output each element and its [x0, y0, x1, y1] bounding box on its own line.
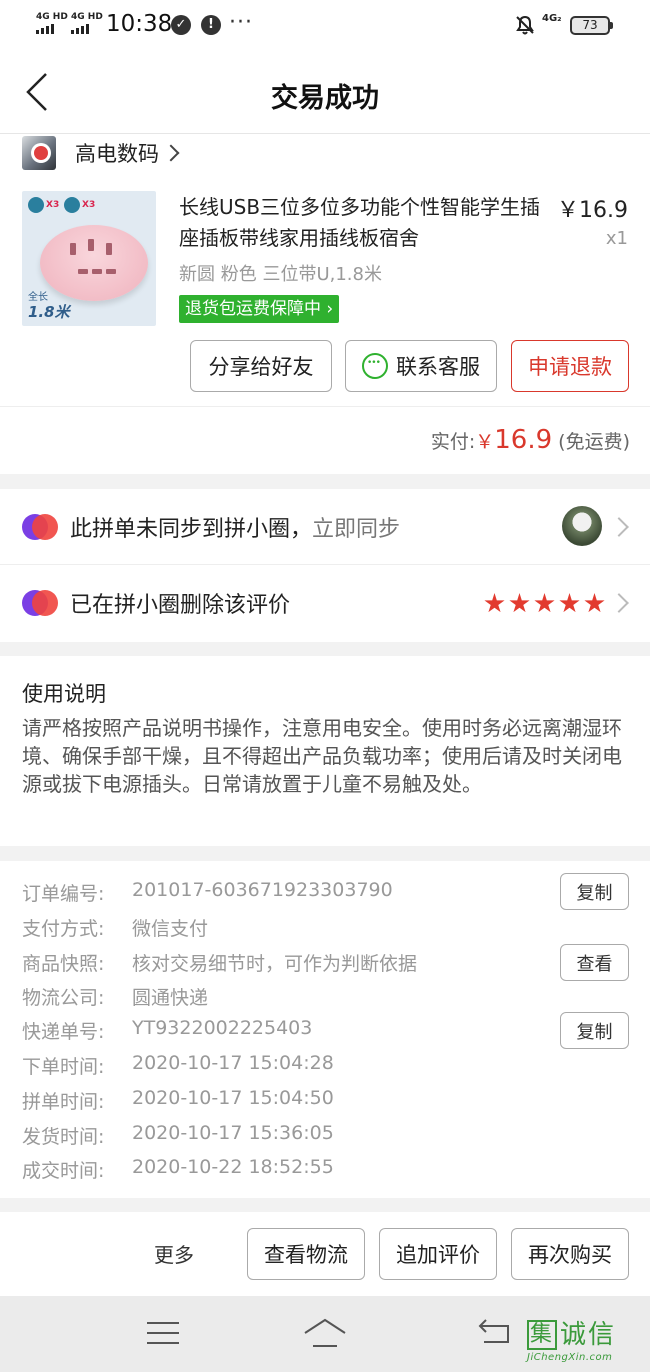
store-link[interactable]: 高电数码 — [22, 136, 180, 170]
detail-row-ship-time: 发货时间: 2020-10-17 15:36:05 — [22, 1122, 334, 1148]
total-currency: ￥ — [475, 431, 495, 453]
clock: 10:38 — [106, 11, 173, 37]
bell-muted-icon — [516, 15, 534, 35]
star-icon — [534, 593, 555, 613]
watermark-en: JiChengXin.com — [527, 1352, 613, 1363]
image-label-size: 1.8米 — [28, 303, 70, 321]
copy-tracking-button[interactable]: 复制 — [560, 1012, 629, 1049]
order-details: 订单编号: 201017-603671923303790 支付方式: 微信支付 商品… — [0, 861, 650, 1198]
network-label-1: 4G HD — [36, 12, 68, 22]
chat-bubble-icon — [362, 353, 388, 379]
sync-now-link[interactable]: 立即同步 — [312, 517, 400, 542]
image-badge-2: X3 — [64, 197, 95, 213]
total-amount: 16.9 — [494, 425, 553, 455]
status-bar: 4G HD 4G HD 10:38 ✓ ! ··· 4G₂ 73 — [0, 0, 650, 52]
usage-title: 使用说明 — [22, 682, 106, 706]
total-row: 实付:￥16.9 (免运费) — [0, 406, 650, 474]
refund-button[interactable]: 申请退款 — [511, 340, 629, 392]
power-strip-illustration — [40, 225, 148, 301]
chevron-right-icon: › — [326, 299, 334, 319]
product-price: ￥16.9 — [557, 198, 628, 223]
usage-instructions: 使用说明 请严格按照产品说明书操作，注意用电安全。使用时务必远离潮湿环境、确保手… — [0, 656, 650, 846]
page-title: 交易成功 — [271, 83, 379, 114]
star-icon — [584, 593, 605, 613]
review-deleted-text: 已在拼小圈删除该评价 — [70, 593, 291, 618]
product-title[interactable]: 长线USB三位多位多功能个性智能学生插座插板带线家用插线板宿舍 — [179, 192, 545, 254]
detail-row-complete-time: 成交时间: 2020-10-22 18:52:55 — [22, 1156, 334, 1182]
pin-circle-section: 此拼单未同步到拼小圈，立即同步 已在拼小圈删除该评价 — [0, 489, 650, 642]
product-image[interactable]: X3 X3 全长 1.8米 — [22, 191, 156, 326]
guarantee-label: 退货包运费保障中 — [185, 299, 321, 319]
pin-circle-logo-icon — [22, 514, 58, 540]
nav-bar: 交易成功 — [0, 52, 650, 134]
watermark-logo: 集诚信 JiChengXin.com — [527, 1320, 647, 1370]
alert-circle-icon: ! — [201, 15, 221, 35]
system-nav-bar: 集诚信 JiChengXin.com — [0, 1296, 650, 1372]
sync-circle-text: 此拼单未同步到拼小圈，立即同步 — [70, 517, 401, 542]
pin-circle-logo-icon — [22, 590, 58, 616]
product-quantity: x1 — [605, 228, 628, 249]
contact-service-button[interactable]: 联系客服 — [345, 340, 497, 392]
chevron-right-icon — [162, 144, 180, 162]
star-icon — [559, 593, 580, 613]
return-icon[interactable] — [478, 1318, 514, 1346]
copy-order-number-button[interactable]: 复制 — [560, 873, 629, 910]
view-logistics-button[interactable]: 查看物流 — [247, 1228, 365, 1280]
detail-row-order-time: 下单时间: 2020-10-17 15:04:28 — [22, 1052, 334, 1078]
menu-icon[interactable] — [147, 1322, 179, 1344]
image-badge-1: X3 — [28, 197, 59, 213]
home-icon[interactable] — [303, 1316, 347, 1350]
more-button[interactable]: 更多 — [154, 1239, 194, 1268]
product-spec: 新圆 粉色 三位带U,1.8米 — [179, 264, 382, 285]
total-label: 实付: — [430, 431, 476, 453]
add-review-button[interactable]: 追加评价 — [379, 1228, 497, 1280]
review-circle-row[interactable]: 已在拼小圈删除该评价 — [0, 565, 650, 641]
star-icon — [484, 593, 505, 613]
network-label-2: 4G HD — [71, 12, 103, 22]
detail-row-order-number: 订单编号: 201017-603671923303790 — [22, 879, 393, 905]
detail-row-snapshot: 商品快照: 核对交易细节时，可作为判断依据 — [22, 953, 418, 975]
order-card: 高电数码 X3 X3 全长 1.8米 长线USB三位多位多功能个性智能学生插座插… — [0, 134, 650, 406]
detail-row-courier: 物流公司: 圆通快递 — [22, 987, 209, 1009]
bottom-action-bar: 更多 查看物流 追加评价 再次购买 — [0, 1212, 650, 1296]
detail-row-tracking: 快递单号: YT9322002225403 — [22, 1017, 313, 1043]
store-avatar — [22, 136, 56, 170]
chevron-right-icon — [609, 517, 629, 537]
detail-row-payment: 支付方式: 微信支付 — [22, 918, 209, 940]
sync-circle-row[interactable]: 此拼单未同步到拼小圈，立即同步 — [0, 489, 650, 565]
signal-icon-2: 4G HD — [71, 13, 103, 34]
signal-icon-1: 4G HD — [36, 13, 68, 34]
total-paid: 实付:￥16.9 (免运费) — [431, 425, 630, 455]
shipping-note: (免运费) — [558, 431, 630, 453]
share-button[interactable]: 分享给好友 — [190, 340, 332, 392]
buy-again-button[interactable]: 再次购买 — [511, 1228, 629, 1280]
avatar — [562, 506, 602, 546]
check-circle-icon: ✓ — [171, 15, 191, 35]
view-snapshot-button[interactable]: 查看 — [560, 944, 629, 981]
chevron-right-icon — [609, 593, 629, 613]
store-name: 高电数码 — [75, 142, 159, 166]
star-icon — [509, 593, 530, 613]
contact-service-label: 联系客服 — [396, 355, 480, 379]
battery-icon: 73 — [570, 16, 613, 35]
more-dots-icon: ··· — [229, 10, 253, 35]
rating-stars — [484, 593, 605, 614]
usage-body: 请严格按照产品说明书操作，注意用电安全。使用时务必远离潮湿环境、确保手部干燥，且… — [22, 716, 622, 796]
shipping-guarantee-badge[interactable]: 退货包运费保障中 › — [179, 295, 340, 323]
detail-row-group-time: 拼单时间: 2020-10-17 15:04:50 — [22, 1087, 334, 1113]
network-label-right: 4G₂ — [542, 13, 562, 24]
watermark-cn: 集诚信 — [527, 1320, 647, 1350]
